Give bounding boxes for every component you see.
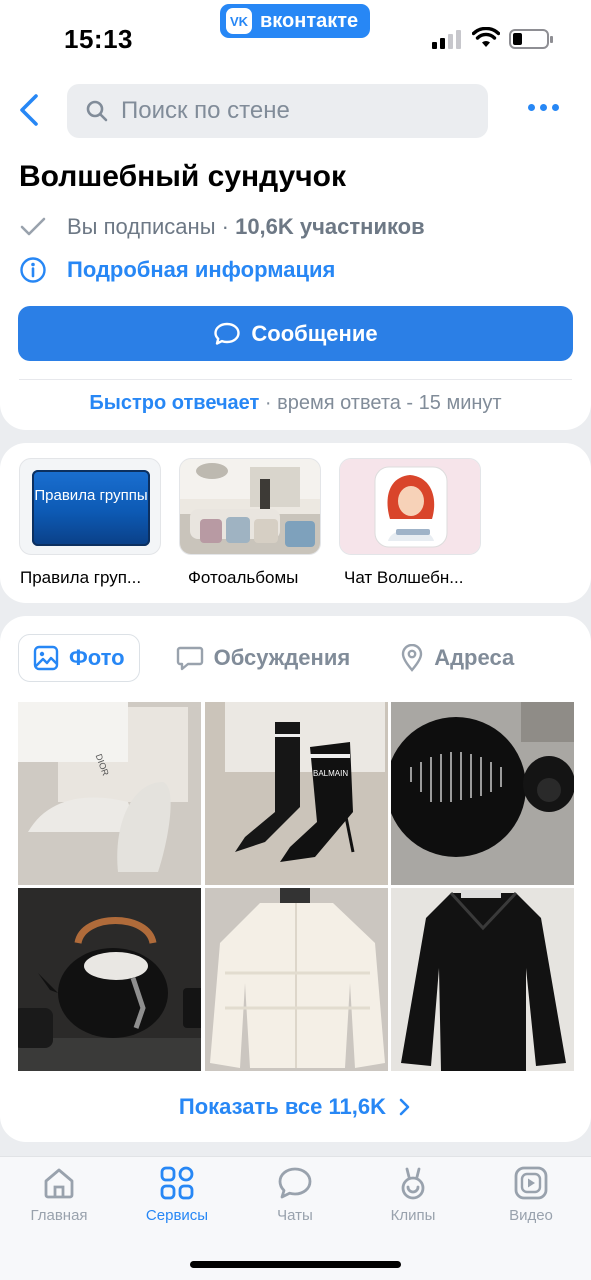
- photo-albums-tile[interactable]: [179, 458, 321, 555]
- reply-time-label: · время ответа - 15 минут: [259, 392, 502, 414]
- teapot-image: [18, 888, 201, 1071]
- chat-thumbnail: [340, 459, 480, 554]
- home-icon: [44, 1168, 74, 1199]
- home-indicator[interactable]: [190, 1261, 401, 1268]
- chat-label[interactable]: Чат Волшебн...: [344, 568, 463, 588]
- status-bar: 15:13 VK вконтакте: [0, 0, 591, 70]
- tabbar-home-label: Главная: [30, 1207, 88, 1224]
- reply-speed-info: Быстро отвечает · время ответа - 15 мину…: [0, 392, 591, 415]
- chevron-right-icon: [399, 1098, 410, 1116]
- cellular-signal-icon: [432, 30, 461, 49]
- tabbar-services-label: Сервисы: [145, 1207, 209, 1224]
- chat-bubble-icon: [176, 646, 203, 671]
- search-icon: [86, 100, 108, 122]
- status-time: 15:13: [64, 24, 133, 54]
- chats-icon: [278, 1167, 312, 1199]
- more-options-icon[interactable]: [528, 104, 559, 111]
- balmain-label-text: BALMAIN: [313, 769, 348, 778]
- message-bubble-icon: [214, 322, 241, 345]
- group-title: Волшебный сундучок: [19, 160, 346, 193]
- tabbar-chats-label: Чаты: [277, 1207, 313, 1224]
- tabbar-video[interactable]: Видео: [486, 1165, 576, 1224]
- search-placeholder: Поиск по стене: [121, 97, 290, 124]
- location-pin-icon: [402, 644, 423, 672]
- tab-photos-label: Фото: [69, 645, 125, 670]
- chat-tile[interactable]: [339, 458, 481, 555]
- image-icon: [33, 645, 59, 671]
- rules-tile-image: Правила группы: [32, 470, 150, 546]
- blouse-image: [391, 888, 574, 1071]
- checkmark-icon: [20, 217, 46, 236]
- wifi-icon: [472, 27, 500, 47]
- details-link-label: Подробная информация: [67, 257, 336, 282]
- tabbar-chats[interactable]: Чаты: [250, 1165, 340, 1224]
- photo-plate[interactable]: [391, 702, 574, 885]
- message-button-label: Сообщение: [251, 320, 378, 346]
- photo-boots[interactable]: BALMAIN: [205, 702, 388, 885]
- back-arrow-icon[interactable]: [16, 92, 44, 128]
- sneakers-image: DIOR: [18, 702, 201, 885]
- details-link[interactable]: Подробная информация: [19, 256, 335, 284]
- vk-logo-icon: VK: [226, 8, 252, 34]
- separator-dot: ·: [221, 214, 229, 239]
- group-links-card: Правила группы Правила груп... Фотоальбо…: [0, 443, 591, 603]
- tabbar-clips-label: Клипы: [390, 1207, 436, 1224]
- divider: [19, 379, 572, 380]
- tabbar-clips[interactable]: Клипы: [368, 1165, 458, 1224]
- plate-image: [391, 702, 574, 885]
- photo-sneakers[interactable]: DIOR: [18, 702, 201, 885]
- info-circle-icon: [20, 257, 46, 283]
- jacket-image: [205, 888, 388, 1071]
- tab-addresses-label: Адреса: [434, 645, 515, 670]
- tab-addresses[interactable]: Адреса: [386, 634, 528, 682]
- tab-discussions-label: Обсуждения: [213, 645, 351, 670]
- video-icon: [514, 1166, 548, 1200]
- show-all-label: Показать все 11,6K: [178, 1094, 386, 1119]
- media-tabs: Фото Обсуждения Адреса: [18, 634, 528, 682]
- reply-fast-label: Быстро отвечает: [89, 392, 260, 414]
- photo-albums-label[interactable]: Фотоальбомы: [188, 568, 298, 588]
- rules-tile-label[interactable]: Правила груп...: [20, 568, 141, 588]
- tabbar-video-label: Видео: [509, 1207, 553, 1224]
- vk-badge-label: вконтакте: [260, 9, 359, 32]
- subscribed-label: Вы подписаны: [67, 214, 216, 239]
- members-count: 10,6K участников: [235, 214, 425, 239]
- subscription-status[interactable]: Вы подписаны · 10,6K участников: [19, 214, 425, 240]
- photo-albums-thumbnail: [180, 459, 320, 554]
- tab-discussions[interactable]: Обсуждения: [162, 634, 365, 682]
- media-card: Фото Обсуждения Адреса DIOR BALMAIN Пока…: [0, 616, 591, 1142]
- photo-blouse[interactable]: [391, 888, 574, 1071]
- tabbar-home[interactable]: Главная: [14, 1165, 104, 1224]
- boots-image: BALMAIN: [205, 702, 388, 885]
- rules-tile[interactable]: Правила группы: [19, 458, 161, 555]
- battery-icon: [509, 29, 553, 49]
- photo-jacket[interactable]: [205, 888, 388, 1071]
- tabbar-services[interactable]: Сервисы: [132, 1165, 222, 1224]
- group-header-card: Поиск по стене Волшебный сундучок Вы под…: [0, 70, 591, 430]
- vk-app-badge[interactable]: VK вконтакте: [220, 4, 370, 38]
- photo-teapot[interactable]: [18, 888, 201, 1071]
- clips-icon: [401, 1167, 425, 1200]
- show-all-photos-link[interactable]: Показать все 11,6K: [0, 1094, 591, 1120]
- services-icon: [160, 1166, 194, 1200]
- tab-photos[interactable]: Фото: [18, 634, 140, 682]
- wall-search-input[interactable]: Поиск по стене: [67, 84, 488, 138]
- message-button[interactable]: Сообщение: [18, 306, 573, 361]
